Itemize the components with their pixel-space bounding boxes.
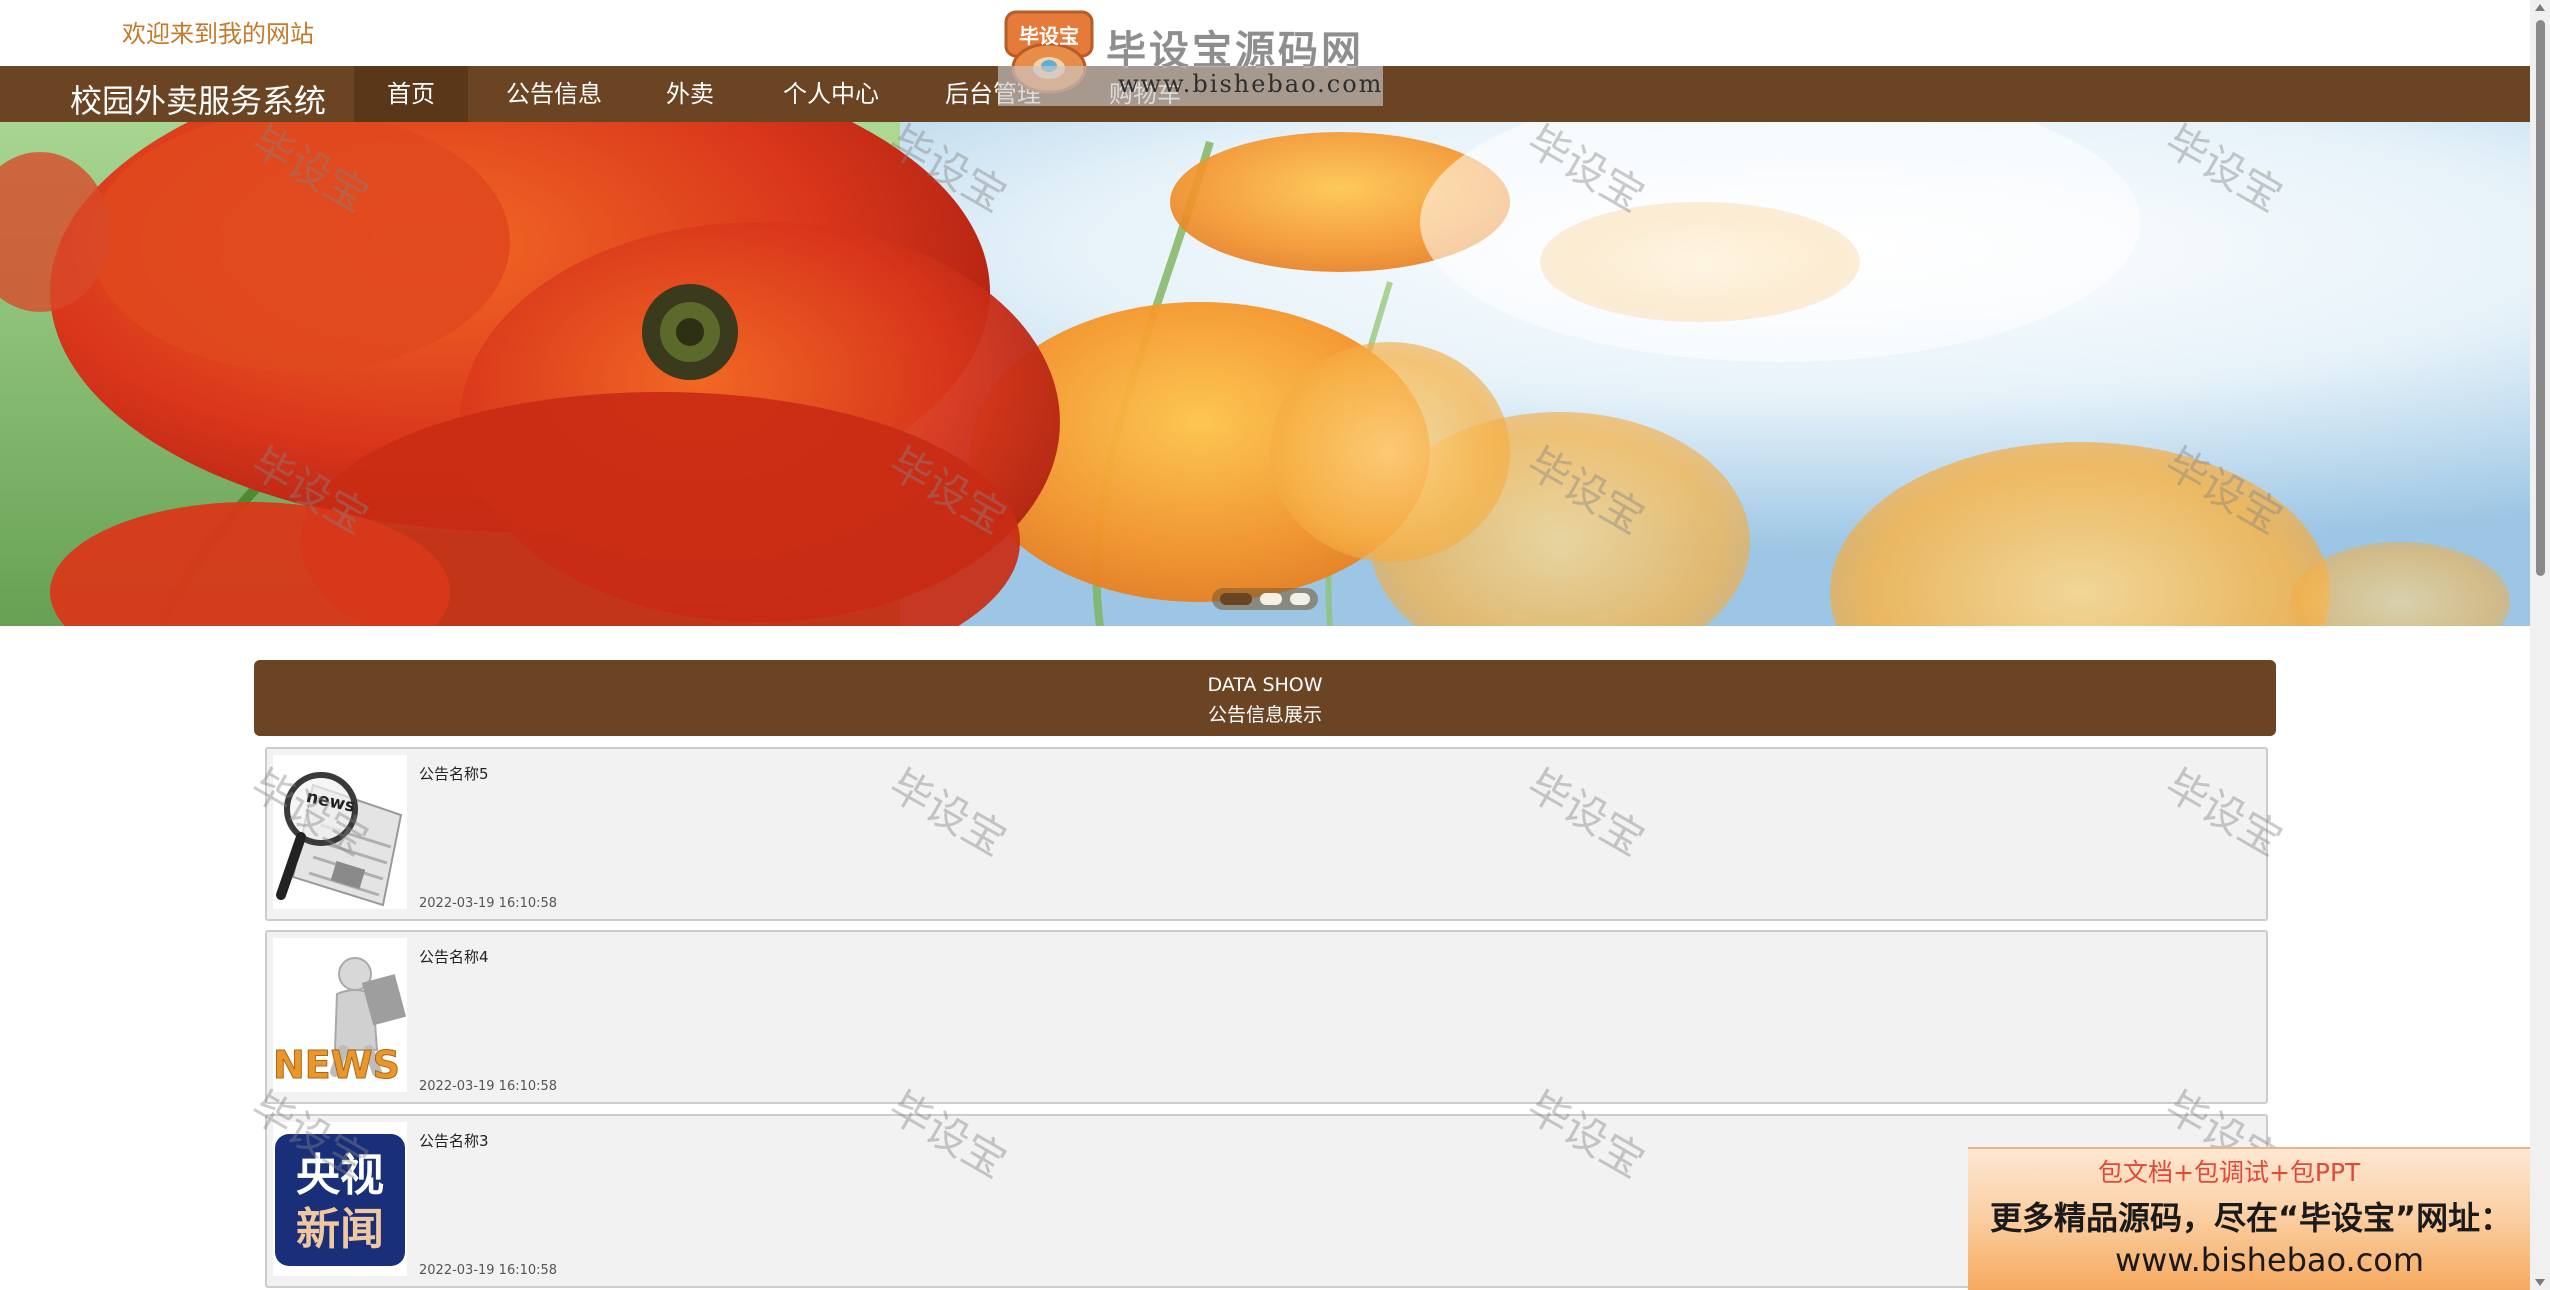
promo-line-1: 包文档+包调试+包PPT bbox=[2098, 1158, 2361, 1187]
news-big-word: NEWS bbox=[273, 1043, 400, 1087]
notice-title[interactable]: 公告名称5 bbox=[419, 763, 489, 784]
news-figure-image: NEWS bbox=[273, 938, 407, 1092]
notice-thumbnail[interactable]: news bbox=[273, 755, 407, 909]
promo-line-2: 更多精品源码，尽在“毕设宝”网址： bbox=[1990, 1199, 2513, 1237]
page-scrollbar[interactable] bbox=[2530, 0, 2550, 1290]
notice-time: 2022-03-19 16:10:58 bbox=[419, 1263, 558, 1278]
notice-item[interactable]: news 公告名称5 2022-03-19 16:10:58 bbox=[265, 747, 2268, 921]
page: 欢迎来到我的网站 毕设宝 毕设宝源码网 www.bishebao.com 校园外… bbox=[0, 0, 2550, 1290]
carousel-indicators bbox=[1212, 588, 1318, 610]
logo-url-strip: www.bishebao.com bbox=[998, 66, 1383, 106]
notice-time: 2022-03-19 16:10:58 bbox=[419, 896, 558, 911]
banner-carousel[interactable] bbox=[0, 122, 2530, 626]
data-show-header: DATA SHOW 公告信息展示 bbox=[254, 660, 2276, 736]
cctv-line2: 新闻 bbox=[296, 1204, 384, 1255]
site-brand[interactable]: 校园外卖服务系统 bbox=[70, 76, 326, 122]
nav-item-home[interactable]: 首页 bbox=[354, 66, 468, 122]
nav-item-notices[interactable]: 公告信息 bbox=[488, 66, 620, 122]
logo-badge-text: 毕设宝 bbox=[1019, 24, 1079, 48]
promo-ad[interactable]: 包文档+包调试+包PPT 更多精品源码，尽在“毕设宝”网址： www.bishe… bbox=[1968, 1147, 2550, 1290]
logo-url: www.bishebao.com bbox=[1118, 70, 1384, 98]
carousel-dot-1[interactable] bbox=[1220, 593, 1252, 605]
site-watermark-logo: 毕设宝 毕设宝源码网 www.bishebao.com bbox=[998, 8, 1383, 106]
notice-title[interactable]: 公告名称3 bbox=[419, 1130, 489, 1151]
carousel-dot-2[interactable] bbox=[1260, 593, 1282, 605]
promo-line-3[interactable]: www.bishebao.com bbox=[2115, 1241, 2424, 1279]
carousel-dot-3[interactable] bbox=[1290, 593, 1310, 605]
news-magnifier-image: news bbox=[273, 755, 407, 909]
cctv-line1: 央视 bbox=[296, 1150, 384, 1201]
notice-title[interactable]: 公告名称4 bbox=[419, 946, 489, 967]
nav-item-profile[interactable]: 个人中心 bbox=[774, 66, 888, 122]
cctv-news-image: 央视 新闻 bbox=[273, 1122, 407, 1276]
notice-item[interactable]: NEWS 公告名称4 2022-03-19 16:10:58 bbox=[265, 930, 2268, 1104]
notice-thumbnail[interactable]: NEWS bbox=[273, 938, 407, 1092]
banner-poppy-image bbox=[0, 122, 2530, 626]
section-title-cn: 公告信息展示 bbox=[1207, 704, 1322, 726]
section-title-en: DATA SHOW bbox=[1207, 674, 1323, 696]
notice-thumbnail[interactable]: 央视 新闻 bbox=[273, 1122, 407, 1276]
notice-time: 2022-03-19 16:10:58 bbox=[419, 1079, 558, 1094]
scroll-down-icon[interactable] bbox=[2535, 1279, 2545, 1286]
nav-item-takeout[interactable]: 外卖 bbox=[652, 66, 728, 122]
scroll-up-icon[interactable] bbox=[2535, 4, 2545, 11]
scrollbar-thumb[interactable] bbox=[2536, 20, 2545, 576]
welcome-text: 欢迎来到我的网站 bbox=[122, 20, 314, 48]
